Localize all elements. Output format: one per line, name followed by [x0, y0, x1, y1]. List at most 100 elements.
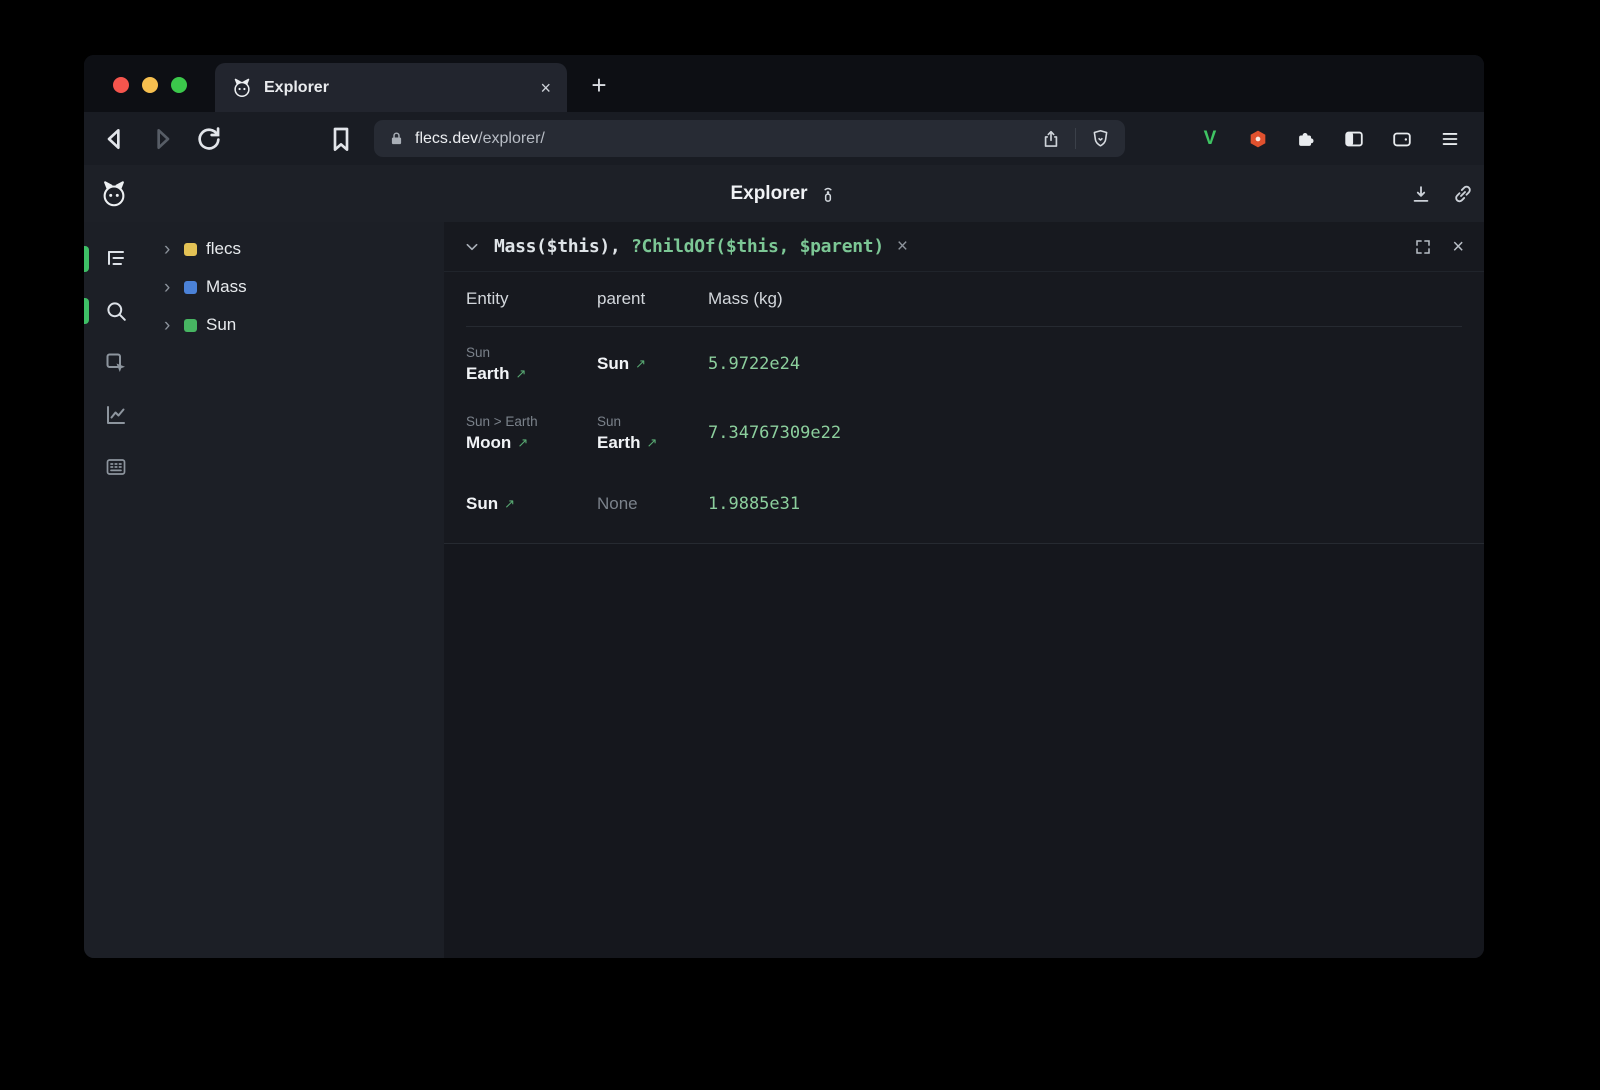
- sidebar-toggle-icon[interactable]: [1343, 128, 1365, 150]
- entity-tree-panel: › flecs › Mass › Sun: [148, 222, 444, 958]
- stats-chart-icon[interactable]: [104, 403, 128, 427]
- component-color-swatch: [184, 281, 197, 294]
- tree-item-flecs[interactable]: › flecs: [148, 230, 444, 268]
- parent-link[interactable]: Earth ↗: [597, 433, 708, 453]
- expand-panel-icon[interactable]: [1414, 238, 1432, 256]
- entity-name: Moon: [466, 433, 511, 453]
- mass-value: 5.9722e24: [708, 354, 1462, 374]
- new-tab-button[interactable]: +: [583, 69, 615, 101]
- back-button[interactable]: [99, 123, 131, 155]
- bookmark-icon[interactable]: [325, 123, 357, 155]
- active-panel-indicator: [84, 298, 89, 324]
- entity-link[interactable]: Moon ↗: [466, 433, 597, 453]
- table-row: Sun > Earth Moon ↗ Sun Earth ↗ 7.3476: [466, 400, 1462, 465]
- tree-item-label: flecs: [206, 239, 241, 259]
- table-row: Sun Earth ↗ Sun ↗ 5.9722e24: [466, 327, 1462, 400]
- navigation-bar: flecs.dev/explorer/ V: [84, 112, 1484, 165]
- query-panel-empty-area: [444, 544, 1484, 958]
- entity-link[interactable]: Sun ↗: [466, 494, 597, 514]
- browser-window: Explorer × + flecs.dev/ex: [84, 55, 1484, 958]
- table-header-row: Entity parent Mass (kg): [466, 272, 1462, 327]
- connection-icon: [818, 184, 838, 204]
- vue-devtools-icon[interactable]: V: [1199, 128, 1221, 150]
- column-header-entity: Entity: [466, 289, 597, 309]
- mass-value: 1.9885e31: [708, 494, 1462, 514]
- url-bar[interactable]: flecs.dev/explorer/: [374, 120, 1125, 157]
- reload-button[interactable]: [193, 123, 225, 155]
- url-path: /explorer/: [478, 130, 545, 148]
- query-expression[interactable]: Mass($this), ?ChildOf($this, $parent): [494, 236, 884, 257]
- open-entity-icon[interactable]: ↗: [646, 435, 657, 451]
- app-header: Explorer: [84, 165, 1484, 222]
- traffic-lights: [113, 77, 187, 93]
- query-results-table: Entity parent Mass (kg) Sun Earth ↗: [444, 272, 1484, 544]
- parent-name: Sun: [597, 354, 629, 374]
- parent-none: None: [597, 494, 708, 514]
- query-panel: Mass($this), ?ChildOf($this, $parent) × …: [444, 222, 1484, 958]
- lock-icon: [388, 130, 405, 147]
- column-header-parent: parent: [597, 289, 708, 309]
- share-icon[interactable]: [1041, 129, 1061, 149]
- url-domain: flecs.dev: [415, 130, 478, 148]
- open-entity-icon[interactable]: ↗: [515, 366, 526, 382]
- parent-name: Earth: [597, 433, 640, 453]
- close-window-button[interactable]: [113, 77, 129, 93]
- active-panel-indicator: [84, 246, 89, 272]
- query-segment: ?ChildOf($this, $parent): [631, 236, 884, 257]
- expand-chevron-icon[interactable]: ›: [164, 240, 180, 259]
- tree-item-sun[interactable]: › Sun: [148, 306, 444, 344]
- tab-strip: Explorer × +: [84, 55, 1484, 112]
- query-segment: Mass($this),: [494, 236, 631, 257]
- entity-name: Sun: [466, 494, 498, 514]
- brave-shield-icon[interactable]: [1090, 128, 1111, 149]
- entity-parent-path: Sun: [466, 343, 597, 363]
- tree-item-label: Mass: [206, 277, 247, 297]
- clear-query-icon[interactable]: ×: [897, 237, 908, 256]
- header-actions: [1410, 183, 1474, 205]
- tree-item-mass[interactable]: › Mass: [148, 268, 444, 306]
- tab-close-icon[interactable]: ×: [540, 79, 551, 97]
- open-entity-icon[interactable]: ↗: [635, 356, 646, 372]
- parent-cell: Sun ↗: [597, 354, 708, 374]
- page-title: Explorer: [730, 183, 807, 205]
- extension-icons: V: [1199, 128, 1461, 150]
- tree-panel-icon[interactable]: [104, 247, 128, 271]
- open-entity-icon[interactable]: ↗: [504, 496, 515, 512]
- open-entity-icon[interactable]: ↗: [517, 435, 528, 451]
- page-title-group: Explorer: [84, 183, 1484, 205]
- link-icon[interactable]: [1452, 183, 1474, 205]
- icon-rail: [84, 222, 148, 958]
- collapse-chevron-icon[interactable]: [464, 239, 480, 255]
- entity-cell: Sun Earth ↗: [466, 343, 597, 383]
- minimize-window-button[interactable]: [142, 77, 158, 93]
- wallet-icon[interactable]: [1391, 128, 1413, 150]
- entity-cell: Sun ↗: [466, 494, 597, 514]
- table-row: Sun ↗ None 1.9885e31: [466, 465, 1462, 543]
- download-icon[interactable]: [1410, 183, 1432, 205]
- close-panel-icon[interactable]: ×: [1452, 237, 1464, 257]
- inspector-icon[interactable]: [104, 351, 128, 375]
- hexagon-extension-icon[interactable]: [1247, 128, 1269, 150]
- browser-tab[interactable]: Explorer ×: [215, 63, 567, 112]
- flecs-logo-icon[interactable]: [99, 179, 129, 209]
- expand-chevron-icon[interactable]: ›: [164, 278, 180, 297]
- tab-title: Explorer: [264, 79, 329, 97]
- entity-link[interactable]: Earth ↗: [466, 364, 597, 384]
- entity-color-swatch: [184, 319, 197, 332]
- parent-parent-path: Sun: [597, 412, 708, 432]
- module-color-swatch: [184, 243, 197, 256]
- content-area: › flecs › Mass › Sun Mass($this), ?Chi: [84, 222, 1484, 958]
- query-search-icon[interactable]: [104, 299, 128, 323]
- forward-button[interactable]: [146, 123, 178, 155]
- commands-table-icon[interactable]: [104, 455, 128, 479]
- zoom-window-button[interactable]: [171, 77, 187, 93]
- expand-chevron-icon[interactable]: ›: [164, 316, 180, 335]
- extensions-puzzle-icon[interactable]: [1295, 128, 1317, 150]
- tree-item-label: Sun: [206, 315, 236, 335]
- query-header: Mass($this), ?ChildOf($this, $parent) × …: [444, 222, 1484, 272]
- parent-cell: Sun Earth ↗: [597, 412, 708, 452]
- menu-hamburger-icon[interactable]: [1439, 128, 1461, 150]
- column-header-mass: Mass (kg): [708, 289, 1462, 309]
- divider: [1075, 128, 1076, 149]
- parent-link[interactable]: Sun ↗: [597, 354, 708, 374]
